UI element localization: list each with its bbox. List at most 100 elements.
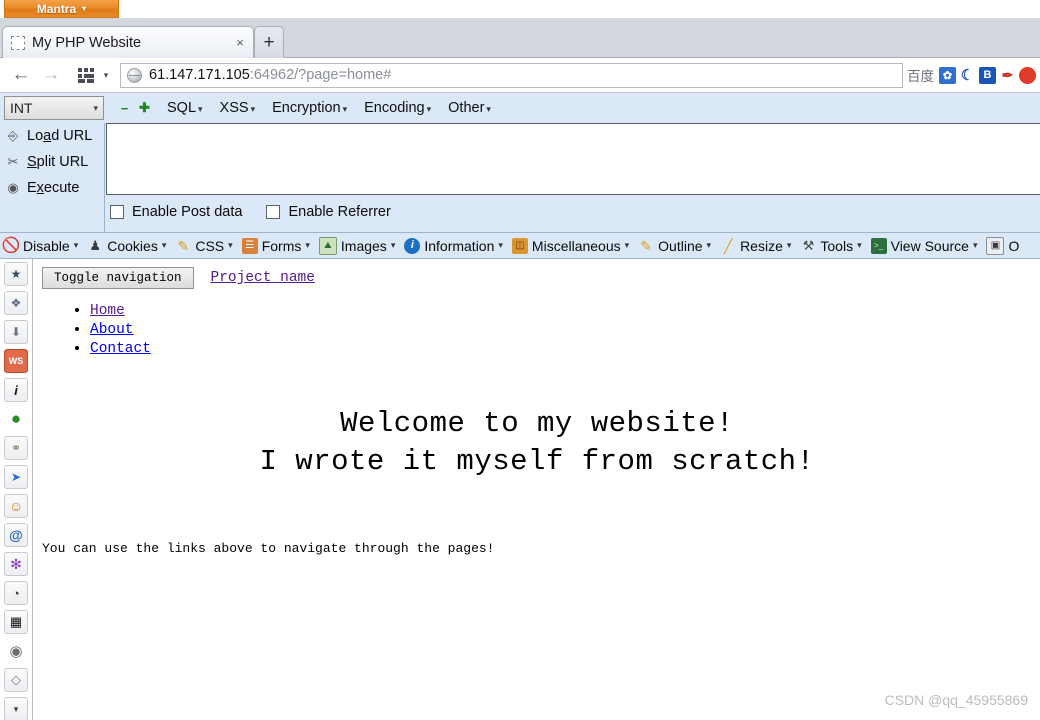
- nav-link-about[interactable]: About: [90, 322, 134, 338]
- chain-link-icon[interactable]: ⚭: [4, 436, 28, 460]
- globe-grey-icon[interactable]: ◉: [4, 639, 28, 663]
- cursor-select-icon[interactable]: ➤: [4, 465, 28, 489]
- hackbar-url-textarea[interactable]: [106, 123, 1040, 195]
- wdt-information[interactable]: i Information ▾: [404, 237, 503, 254]
- chevron-down-icon: ▾: [706, 240, 712, 250]
- grid-table-icon[interactable]: ▦: [4, 610, 28, 634]
- puzzle-piece-icon[interactable]: ❖: [4, 291, 28, 315]
- hackbar-menu-sql[interactable]: SQL ▾: [167, 100, 203, 116]
- split-url-button[interactable]: ✂ Split URL: [0, 149, 104, 175]
- mantra-menu-button[interactable]: Mantra ▾: [4, 0, 119, 18]
- bing-icon[interactable]: B: [979, 66, 996, 84]
- minus-icon[interactable]: −: [118, 101, 131, 116]
- checkbox-box: [110, 205, 124, 219]
- tab-my-php-website[interactable]: My PHP Website ×: [2, 26, 254, 58]
- wdt-cookies[interactable]: ♟ Cookies ▾: [87, 238, 166, 254]
- menu-label: Encoding: [364, 100, 425, 116]
- wdt-label: Disable: [23, 237, 70, 254]
- web-developer-toolbar: 🚫 Disable ▾ ♟ Cookies ▾ ✎ CSS ▾ ☰ Forms …: [0, 233, 1040, 259]
- hackbar-type-select[interactable]: INT ▾: [4, 96, 104, 120]
- orange-avatar-icon[interactable]: ☺: [4, 494, 28, 518]
- information-italic-icon[interactable]: i: [4, 378, 28, 402]
- wdt-tools[interactable]: ⚒ Tools ▾: [800, 238, 862, 254]
- plus-icon[interactable]: ✚: [138, 100, 151, 115]
- wdt-label: Resize: [740, 237, 783, 254]
- execute-label: Execute: [27, 180, 80, 196]
- url-bar[interactable]: 61.147.171.105:64962/?page=home#: [120, 62, 903, 88]
- hackbar-menu-other[interactable]: Other ▾: [448, 100, 491, 116]
- hackbar-menu-encoding[interactable]: Encoding ▾: [364, 100, 431, 116]
- baidu-paw-icon[interactable]: ✿: [939, 66, 956, 84]
- wdt-label: Outline: [658, 237, 703, 254]
- wdt-view-source[interactable]: >_ View Source ▾: [870, 237, 977, 254]
- nav-link-home[interactable]: Home: [90, 303, 125, 319]
- image-icon: ⛰: [318, 236, 337, 255]
- tab-title: My PHP Website: [32, 34, 142, 51]
- more-chevron-icon[interactable]: ▾: [4, 697, 28, 720]
- blue-spiral-icon[interactable]: @: [4, 523, 28, 547]
- url-path: :64962/?page=home#: [249, 67, 392, 83]
- palette-icon[interactable]: ◔: [4, 581, 28, 605]
- hackbar-menu-encryption[interactable]: Encryption ▾: [272, 100, 347, 116]
- mantra-label: Mantra: [36, 1, 77, 16]
- load-url-label: Load URL: [27, 128, 93, 144]
- clipboard-icon: ☰: [241, 237, 258, 254]
- green-circle-icon[interactable]: ●: [4, 407, 28, 431]
- pencil-icon: ✎: [177, 237, 190, 254]
- page-paper-icon[interactable]: ◇: [4, 668, 28, 692]
- wdt-outline[interactable]: ✎ Outline ▾: [638, 238, 711, 254]
- chevron-down-icon: ▾: [624, 240, 630, 250]
- wdt-options[interactable]: ▣ O: [986, 236, 1020, 255]
- forward-arrow-icon[interactable]: →: [36, 60, 66, 90]
- chevron-down-icon: ▾: [73, 240, 79, 250]
- checkbox-box: [266, 205, 281, 219]
- search-engine-bar: 百度 ✿ ☾ B ✒: [907, 63, 1040, 88]
- pen-search-icon[interactable]: ✒: [999, 67, 1016, 84]
- nav-link-contact[interactable]: Contact: [90, 341, 151, 357]
- brand-link[interactable]: Project name: [211, 270, 315, 286]
- red-circle-icon[interactable]: [1019, 66, 1036, 84]
- web-security-icon[interactable]: WS: [4, 349, 28, 373]
- load-url-button[interactable]: ⎆ Load URL: [0, 123, 104, 149]
- wdt-label: O: [1008, 237, 1020, 254]
- hackbar-actions: ⎆ Load URL ✂ Split URL ◉ Execute: [0, 123, 105, 232]
- cookie-icon: ♟: [89, 238, 102, 253]
- chevron-down-icon: ▾: [198, 104, 203, 114]
- toggle-navigation-button[interactable]: Toggle navigation: [42, 267, 194, 289]
- hackbar-type-value: INT: [10, 100, 33, 116]
- url-text: 61.147.171.105:64962/?page=home#: [149, 67, 391, 83]
- chevron-down-icon: ▾: [498, 240, 503, 250]
- close-icon[interactable]: ×: [233, 35, 247, 51]
- wdt-label: Forms: [261, 237, 302, 254]
- browser-window: Mantra ▾ My PHP Website × + ← → ▾ 61.147…: [0, 0, 1040, 720]
- execute-button[interactable]: ◉ Execute: [0, 175, 104, 201]
- grid-dropdown-caret-icon[interactable]: ▾: [98, 60, 114, 90]
- wdt-forms[interactable]: ☰ Forms ▾: [241, 237, 310, 254]
- purple-bug-icon[interactable]: ✻: [4, 552, 28, 576]
- download-arrow-icon[interactable]: ⬇: [4, 320, 28, 344]
- chevron-down-icon: ▾: [857, 240, 862, 250]
- page-content: Toggle navigation Project name Home Abou…: [34, 259, 1040, 720]
- new-tab-button[interactable]: +: [254, 26, 284, 58]
- navigation-bar: ← → ▾ 61.147.171.105:64962/?page=home# 百…: [0, 58, 1040, 93]
- chevron-down-icon: ▾: [93, 102, 98, 113]
- wdt-images[interactable]: ⛰ Images ▾: [318, 236, 396, 255]
- chevron-down-icon: ▾: [390, 240, 396, 250]
- grid-icon[interactable]: [74, 60, 98, 90]
- moon-search-icon[interactable]: ☾: [959, 67, 976, 84]
- mantra-bar: Mantra ▾: [0, 0, 1040, 18]
- back-arrow-icon[interactable]: ←: [6, 60, 36, 90]
- wdt-disable[interactable]: 🚫 Disable ▾: [2, 237, 79, 254]
- hackbar-panel: INT ▾ − ✚ SQL ▾ XSS ▾ Encryption ▾ Encod…: [0, 93, 1040, 233]
- enable-post-data-checkbox[interactable]: Enable Post data: [110, 204, 242, 220]
- wdt-miscellaneous[interactable]: ◫ Miscellaneous ▾: [511, 237, 630, 254]
- hackbar-menu-xss[interactable]: XSS ▾: [220, 100, 256, 116]
- bookmark-star-icon[interactable]: ★: [4, 262, 28, 286]
- wdt-label: Miscellaneous: [531, 237, 621, 254]
- globe-icon: [127, 67, 142, 83]
- list-item: About: [90, 320, 151, 339]
- wdt-resize[interactable]: ╱ Resize ▾: [720, 237, 792, 254]
- enable-referrer-checkbox[interactable]: Enable Referrer: [266, 204, 391, 220]
- wdt-css[interactable]: ✎ CSS ▾: [175, 238, 232, 254]
- menu-label: XSS: [219, 100, 249, 116]
